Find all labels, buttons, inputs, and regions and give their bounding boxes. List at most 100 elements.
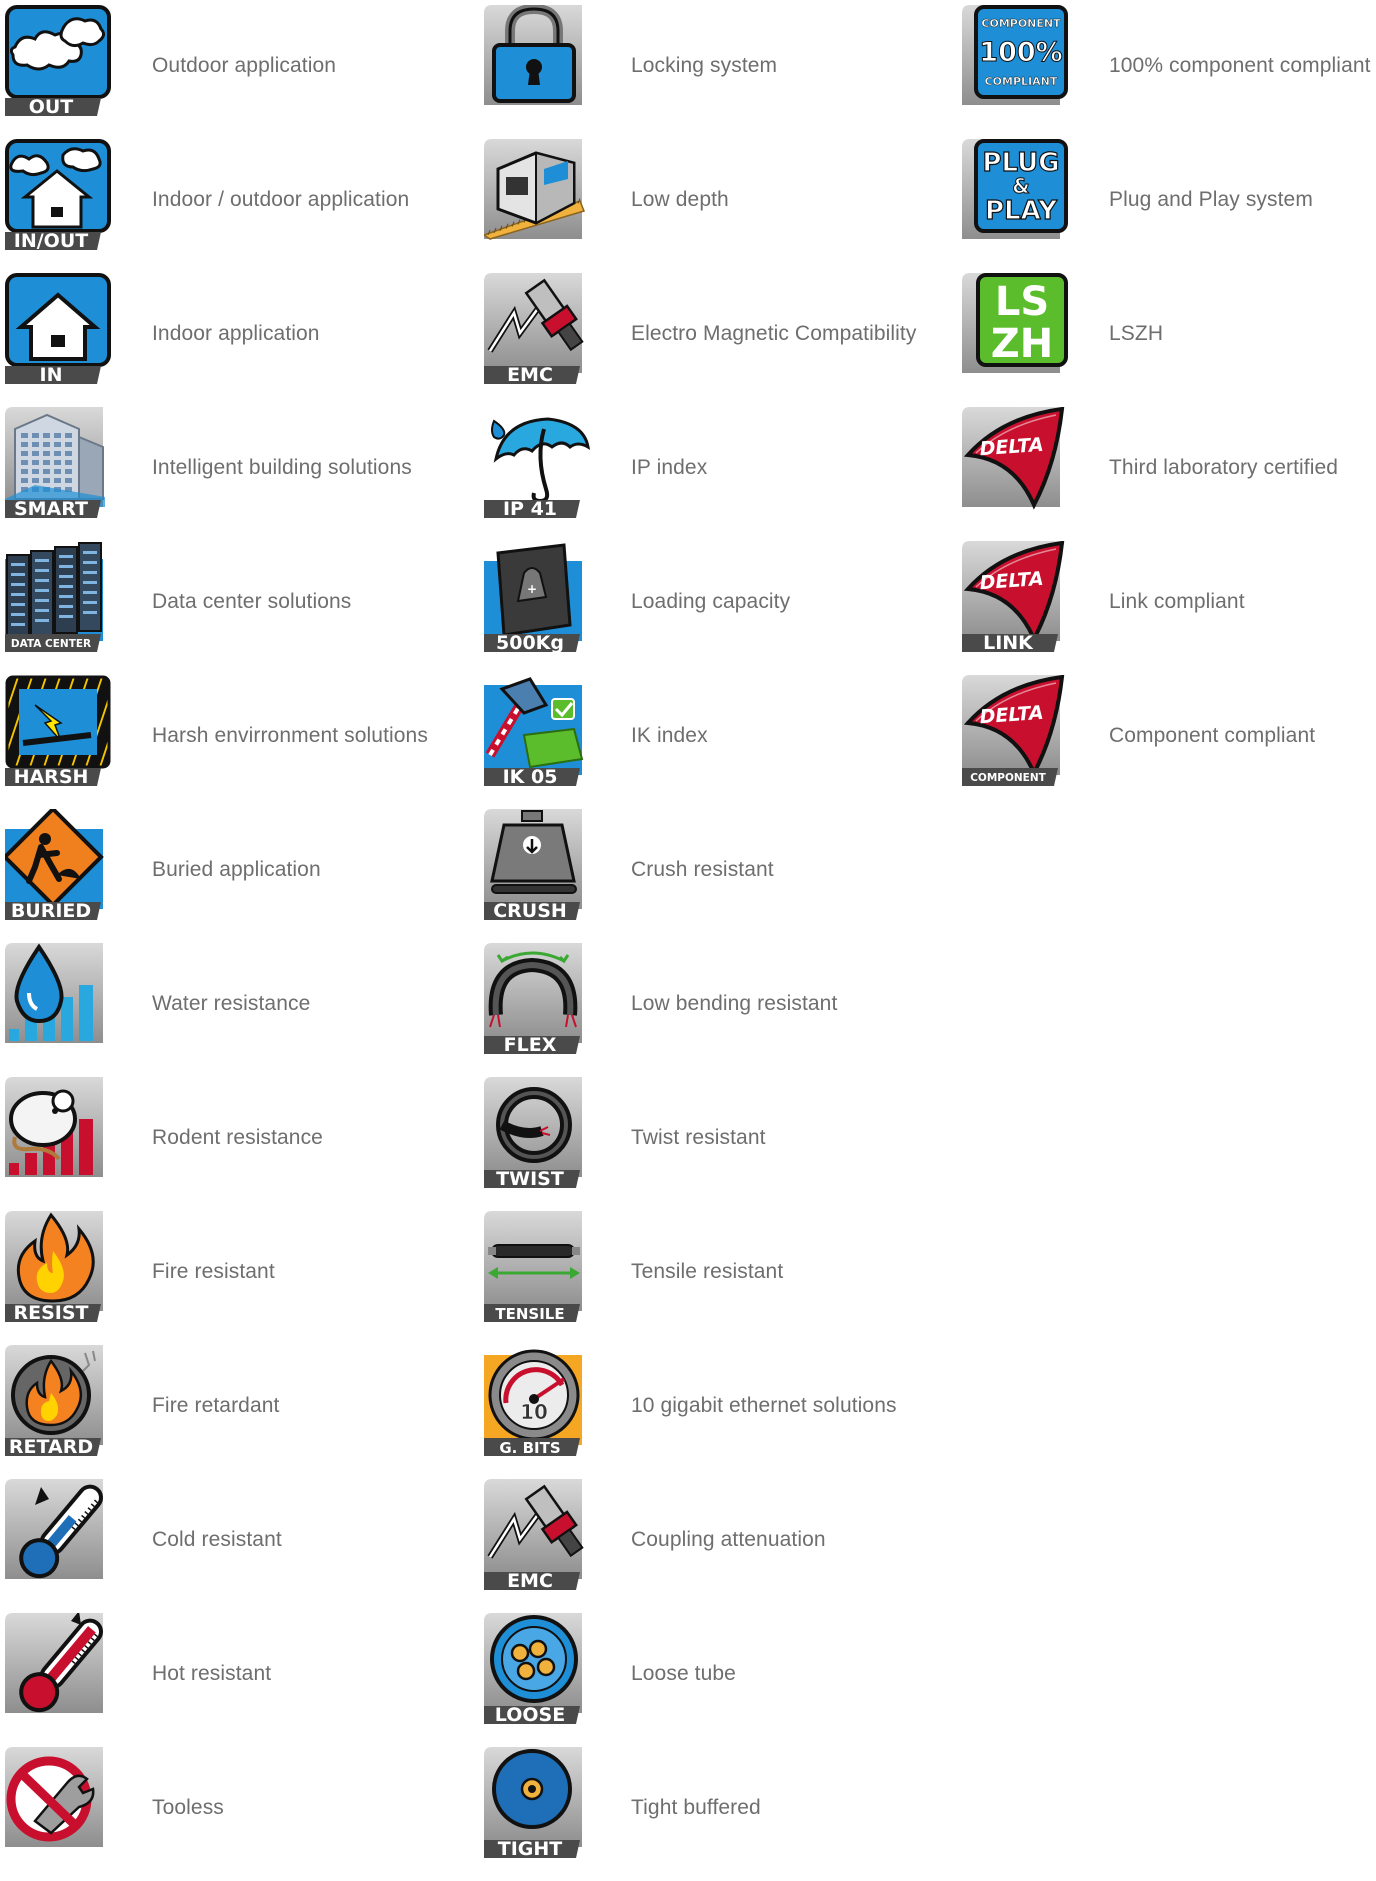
svg-text:ZH: ZH xyxy=(991,321,1053,367)
icon-badge-text: CRUSH xyxy=(493,900,567,922)
icon-badge-text: G. BITS xyxy=(499,1439,560,1457)
icon-badge-text: OUT xyxy=(29,96,74,118)
legend-label: IK index xyxy=(631,724,708,747)
legend-label: Water resistance xyxy=(152,992,311,1015)
icon-badge-text: 500Kg xyxy=(496,632,564,654)
delta-icon: DELTA COMPONENT xyxy=(962,675,1070,788)
plug-play-icon: PLUG & PLAY xyxy=(962,139,1070,252)
legend-label: Loose tube xyxy=(631,1662,736,1685)
hammer-icon: IK 05 xyxy=(484,675,592,788)
legend-label: 100% component compliant xyxy=(1109,54,1371,77)
legend-label: 10 gigabit ethernet solutions xyxy=(631,1394,897,1417)
flame-icon: RESIST xyxy=(5,1211,113,1324)
emc-plug-icon: EMC xyxy=(484,1479,592,1592)
icon-badge-text: SMART xyxy=(14,498,88,520)
icon-badge-text: HARSH xyxy=(14,766,89,788)
legend-label: Crush resistant xyxy=(631,858,774,881)
legend-label: Electro Magnetic Compatibility xyxy=(631,322,917,345)
legend-label: Tensile resistant xyxy=(631,1260,784,1283)
legend-label: Locking system xyxy=(631,54,778,77)
legend-label: IP index xyxy=(631,456,708,479)
roadwork-sign-icon: BURIED xyxy=(5,809,113,922)
svg-text:100%: 100% xyxy=(979,37,1062,68)
padlock-icon xyxy=(484,5,592,118)
icon-badge-text: TWIST xyxy=(496,1168,564,1190)
legend-label: Tight buffered xyxy=(631,1796,761,1819)
hazard-lightning-icon: HARSH xyxy=(5,675,113,788)
svg-text:DELTA: DELTA xyxy=(979,568,1044,594)
legend-label: Buried application xyxy=(152,858,321,881)
legend-label: Outdoor application xyxy=(152,54,337,77)
umbrella-icon: IP 41 xyxy=(484,407,592,520)
icon-badge-text: IN/OUT xyxy=(14,230,88,252)
legend-label: Plug and Play system xyxy=(1109,188,1313,211)
legend-label: Low depth xyxy=(631,188,729,211)
emc-plug-icon: EMC xyxy=(484,273,592,386)
svg-text:10: 10 xyxy=(520,1400,548,1424)
thermometer-cold-icon xyxy=(5,1479,113,1592)
keystone-ruler-icon xyxy=(484,139,592,252)
legend-label: Indoor / outdoor application xyxy=(152,188,410,211)
icon-badge-text: EMC xyxy=(507,364,553,386)
icon-badge-text: FLEX xyxy=(504,1034,557,1056)
svg-text:DELTA: DELTA xyxy=(979,702,1044,728)
component-100-icon: COMPONENT 100% COMPLIANT xyxy=(962,5,1070,118)
loose-tube-icon: LOOSE xyxy=(484,1613,592,1726)
bent-cable-icon: FLEX xyxy=(484,943,592,1056)
cloud-sky-icon: OUT xyxy=(5,5,113,118)
icon-badge-text: RESIST xyxy=(13,1302,88,1324)
icon-badge-text: IK 05 xyxy=(503,766,558,788)
svg-text:PLAY: PLAY xyxy=(985,196,1058,226)
thermometer-hot-icon xyxy=(5,1613,113,1726)
legend-label: Third laboratory certified xyxy=(1109,456,1339,479)
delta-icon: DELTA xyxy=(962,407,1070,520)
lszh-icon: LS ZH xyxy=(962,273,1070,386)
legend-label: Cold resistant xyxy=(152,1528,282,1551)
icon-badge-text: LOOSE xyxy=(495,1704,565,1726)
legend-label: Twist resistant xyxy=(631,1126,766,1149)
legend-label: Coupling attenuation xyxy=(631,1528,826,1551)
svg-text:+: + xyxy=(527,582,537,596)
icon-badge-text: EMC xyxy=(507,1570,553,1592)
icon-badge-text: TENSILE xyxy=(495,1305,564,1323)
weight-box-icon: +500Kg xyxy=(484,541,592,654)
rodent-icon xyxy=(5,1077,113,1190)
crush-weight-icon: CRUSH xyxy=(484,809,592,922)
icon-badge-text: DATA CENTER xyxy=(11,638,91,650)
legend-label: Intelligent building solutions xyxy=(152,456,412,479)
legend-label: Fire resistant xyxy=(152,1260,275,1283)
legend-label: Harsh envirronment solutions xyxy=(152,724,428,747)
icon-badge-text: RETARD xyxy=(9,1436,93,1458)
svg-text:&: & xyxy=(1012,174,1029,198)
icon-badge-text: COMPONENT xyxy=(970,772,1046,784)
house-icon: IN xyxy=(5,273,113,386)
legend-label: Tooless xyxy=(152,1796,224,1819)
svg-text:COMPONENT: COMPONENT xyxy=(981,17,1061,30)
no-tool-icon xyxy=(5,1747,113,1860)
legend-label: Link compliant xyxy=(1109,590,1245,613)
tight-buffer-icon: TIGHT xyxy=(484,1747,592,1860)
icon-badge-text: TIGHT xyxy=(498,1838,563,1860)
fire-retard-icon: RETARD xyxy=(5,1345,113,1458)
water-drop-icon xyxy=(5,943,113,1056)
icon-badge-text: IN xyxy=(40,364,63,386)
icon-badge-text: BURIED xyxy=(11,900,91,922)
delta-icon: DELTA LINK xyxy=(962,541,1070,654)
legend-label: Data center solutions xyxy=(152,590,352,613)
twisted-cable-icon: TWIST xyxy=(484,1077,592,1190)
legend-label: Loading capacity xyxy=(631,590,791,613)
svg-text:COMPLIANT: COMPLIANT xyxy=(985,75,1058,88)
legend-label: Indoor application xyxy=(152,322,320,345)
building-icon: SMART xyxy=(5,407,113,520)
tensile-cable-icon: TENSILE xyxy=(484,1211,592,1324)
icon-badge-text: LINK xyxy=(983,632,1034,654)
svg-text:LS: LS xyxy=(995,279,1049,325)
legend-label: Component compliant xyxy=(1109,724,1316,747)
speedometer-icon: 10 G. BITS xyxy=(484,1345,592,1458)
legend-label: Fire retardant xyxy=(152,1394,280,1417)
legend-label: Rodent resistance xyxy=(152,1126,323,1149)
server-rack-icon: DATA CENTER xyxy=(5,541,113,654)
legend-label: Low bending resistant xyxy=(631,992,838,1015)
legend-label: LSZH xyxy=(1109,322,1164,345)
icon-badge-text: IP 41 xyxy=(503,498,557,520)
